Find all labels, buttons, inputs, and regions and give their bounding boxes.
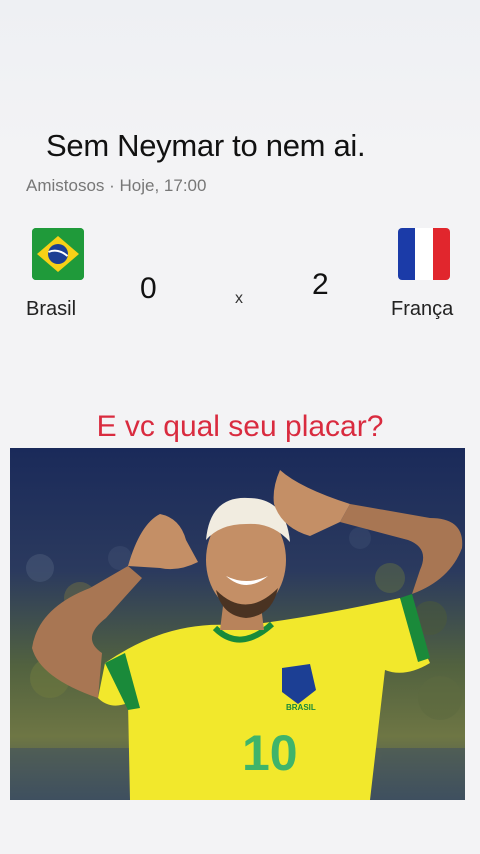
away-score: 2 (312, 268, 329, 301)
home-score: 0 (140, 272, 157, 305)
player-photo: BRASIL 10 (10, 448, 465, 800)
away-team-name: França (391, 298, 454, 320)
jersey-badge-text: BRASIL (286, 703, 316, 712)
score-separator: x (235, 290, 243, 307)
post-caption: Sem Neymar to nem ai. (46, 128, 366, 163)
home-team-name: Brasil (26, 298, 77, 320)
placar-question: E vc qual seu placar? (96, 410, 384, 443)
brazil-flag-icon (32, 228, 84, 280)
france-flag-icon (398, 228, 450, 280)
jersey-number: 10 (242, 725, 298, 781)
match-meta: Amistosos · Hoje, 17:00 (26, 176, 207, 195)
